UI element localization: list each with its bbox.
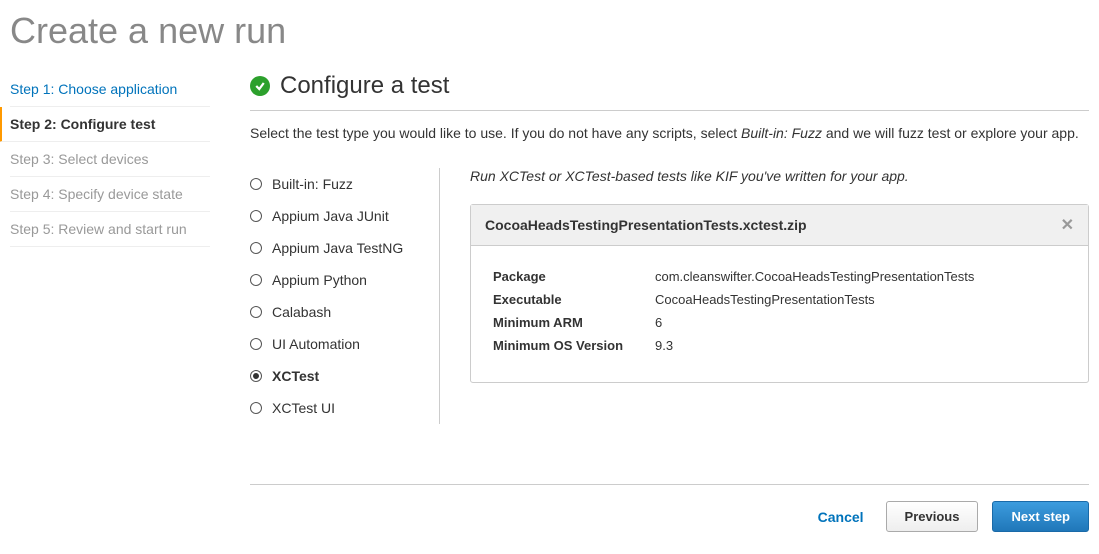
info-value: 9.3 <box>655 335 1066 356</box>
step-configure-test[interactable]: Step 2: Configure test <box>0 107 210 142</box>
step-label: Step 2: Configure test <box>10 116 155 132</box>
close-icon[interactable]: ✕ <box>1061 215 1074 235</box>
test-type-xctest-ui[interactable]: XCTest UI <box>250 392 439 424</box>
info-value: CocoaHeadsTestingPresentationTests <box>655 289 1066 310</box>
test-type-label: XCTest <box>272 368 319 384</box>
test-type-label: XCTest UI <box>272 400 335 416</box>
test-type-label: Appium Java TestNG <box>272 240 403 256</box>
test-type-label: Calabash <box>272 304 331 320</box>
test-hint: Run XCTest or XCTest-based tests like KI… <box>470 168 1089 184</box>
radio-icon <box>250 178 262 190</box>
step-choose-application[interactable]: Step 1: Choose application <box>10 72 210 107</box>
section-title: Configure a test <box>280 72 449 100</box>
test-type-appium-java-testng[interactable]: Appium Java TestNG <box>250 232 439 264</box>
step-label: Step 5: Review and start run <box>10 221 187 237</box>
table-row: Package com.cleanswifter.CocoaHeadsTesti… <box>493 266 1066 287</box>
action-bar: Cancel Previous Next step <box>250 484 1089 532</box>
radio-icon <box>250 338 262 350</box>
test-type-label: Appium Java JUnit <box>272 208 389 224</box>
step-label: Step 1: Choose application <box>10 81 177 97</box>
step-label: Step 3: Select devices <box>10 151 149 167</box>
package-filename: CocoaHeadsTestingPresentationTests.xctes… <box>485 217 807 233</box>
radio-icon <box>250 242 262 254</box>
step-specify-device-state[interactable]: Step 4: Specify device state <box>10 177 210 212</box>
test-type-list: Built-in: Fuzz Appium Java JUnit Appium … <box>250 168 440 424</box>
test-type-ui-automation[interactable]: UI Automation <box>250 328 439 360</box>
next-step-button[interactable]: Next step <box>992 501 1089 532</box>
info-value: com.cleanswifter.CocoaHeadsTestingPresen… <box>655 266 1066 287</box>
package-info-table: Package com.cleanswifter.CocoaHeadsTesti… <box>491 264 1068 358</box>
test-type-builtin-fuzz[interactable]: Built-in: Fuzz <box>250 168 439 200</box>
test-type-label: UI Automation <box>272 336 360 352</box>
test-type-label: Built-in: Fuzz <box>272 176 353 192</box>
step-label: Step 4: Specify device state <box>10 186 183 202</box>
radio-icon <box>250 370 262 382</box>
page-title: Create a new run <box>10 0 1089 72</box>
radio-icon <box>250 306 262 318</box>
table-row: Minimum OS Version 9.3 <box>493 335 1066 356</box>
steps-sidebar: Step 1: Choose application Step 2: Confi… <box>10 72 220 532</box>
step-review-start-run[interactable]: Step 5: Review and start run <box>10 212 210 247</box>
test-type-calabash[interactable]: Calabash <box>250 296 439 328</box>
cancel-button[interactable]: Cancel <box>810 503 872 531</box>
test-type-appium-java-junit[interactable]: Appium Java JUnit <box>250 200 439 232</box>
test-type-label: Appium Python <box>272 272 367 288</box>
description-emphasis: Built-in: Fuzz <box>741 125 822 141</box>
radio-icon <box>250 402 262 414</box>
info-label: Package <box>493 266 653 287</box>
description-text: Select the test type you would like to u… <box>250 125 741 141</box>
info-label: Executable <box>493 289 653 310</box>
step-select-devices[interactable]: Step 3: Select devices <box>10 142 210 177</box>
section-description: Select the test type you would like to u… <box>250 123 1089 144</box>
radio-icon <box>250 210 262 222</box>
table-row: Minimum ARM 6 <box>493 312 1066 333</box>
info-value: 6 <box>655 312 1066 333</box>
table-row: Executable CocoaHeadsTestingPresentation… <box>493 289 1066 310</box>
radio-icon <box>250 274 262 286</box>
description-text: and we will fuzz test or explore your ap… <box>822 125 1079 141</box>
test-type-xctest[interactable]: XCTest <box>250 360 439 392</box>
package-box: CocoaHeadsTestingPresentationTests.xctes… <box>470 204 1089 383</box>
check-icon <box>250 76 270 96</box>
test-type-appium-python[interactable]: Appium Python <box>250 264 439 296</box>
previous-button[interactable]: Previous <box>886 501 979 532</box>
info-label: Minimum OS Version <box>493 335 653 356</box>
info-label: Minimum ARM <box>493 312 653 333</box>
